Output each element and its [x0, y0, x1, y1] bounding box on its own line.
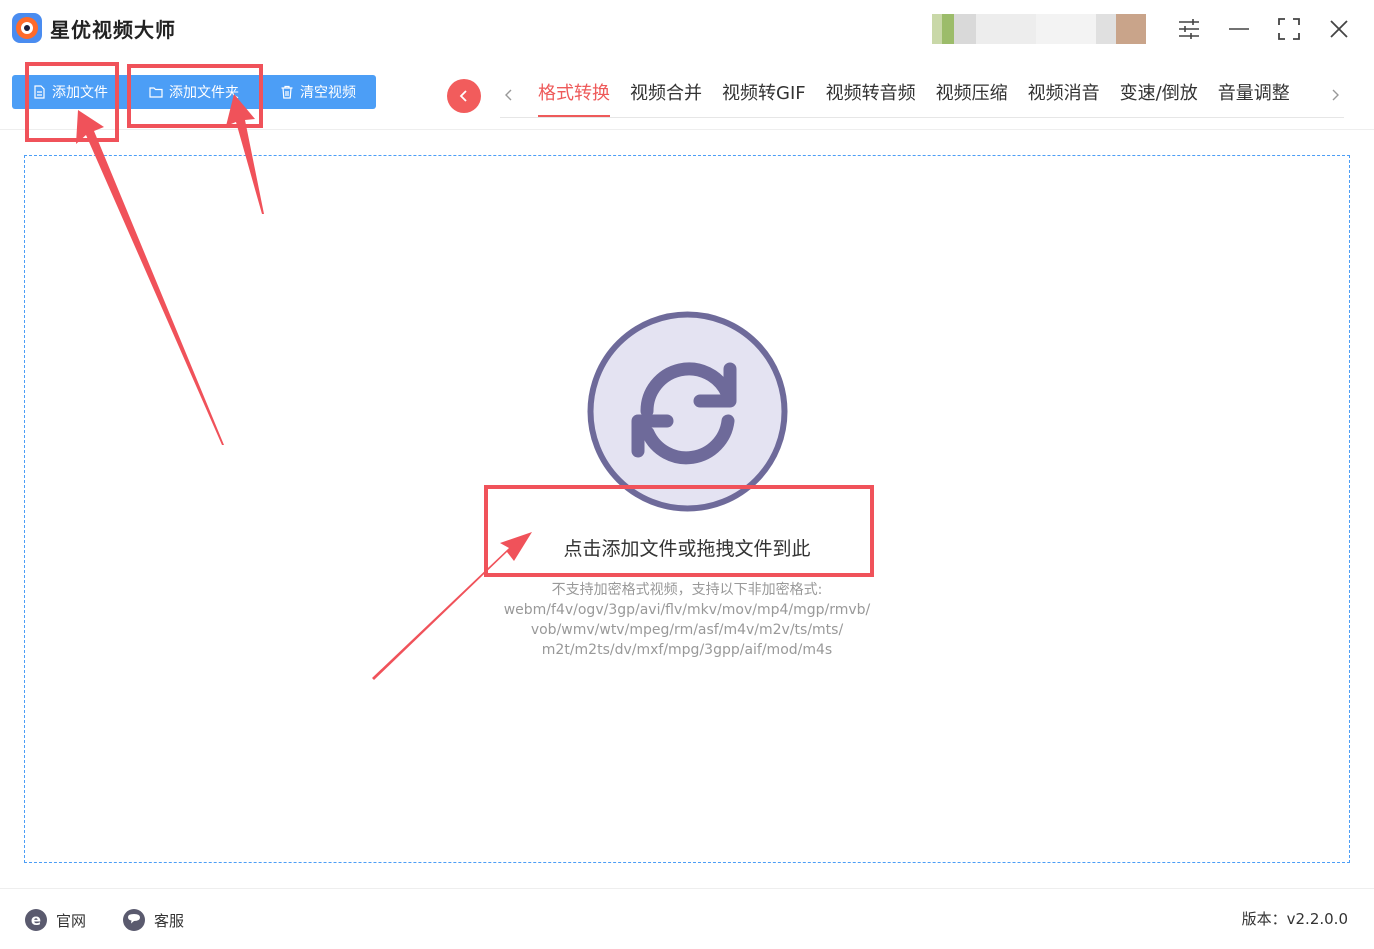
website-link[interactable]: e 官网 — [24, 907, 86, 933]
collapse-back-button[interactable] — [447, 79, 481, 113]
clear-videos-label: 清空视频 — [300, 85, 356, 101]
chevron-left-icon[interactable] — [498, 82, 518, 108]
refresh-icon[interactable] — [587, 311, 788, 512]
feature-tabs: 格式转换 视频合并 视频转GIF 视频转音频 视频压缩 视频消音 变速/倒放 音… — [528, 80, 1300, 118]
svg-text:e: e — [31, 911, 41, 929]
user-avatar[interactable] — [932, 14, 1146, 44]
footer-divider — [0, 888, 1374, 889]
tab-speed-reverse[interactable]: 变速/倒放 — [1110, 80, 1208, 118]
support-label: 客服 — [154, 911, 185, 930]
annotation-box-add-file — [25, 62, 119, 142]
clear-videos-button[interactable]: 清空视频 — [260, 75, 376, 109]
supported-formats-text: 不支持加密格式视频，支持以下非加密格式: webm/f4v/ogv/3gp/av… — [437, 580, 937, 660]
supported-formats-line: 不支持加密格式视频，支持以下非加密格式: — [551, 582, 823, 598]
tab-video-mute[interactable]: 视频消音 — [1018, 80, 1110, 118]
settings-icon[interactable] — [1174, 14, 1204, 44]
ie-browser-icon: e — [24, 908, 48, 932]
chat-bubble-icon — [122, 908, 146, 932]
tab-video-to-audio[interactable]: 视频转音频 — [816, 80, 926, 118]
header-divider — [0, 129, 1374, 130]
fullscreen-icon[interactable] — [1274, 14, 1304, 44]
supported-formats-line: m2t/m2ts/dv/mxf/mpg/3gpp/aif/mod/m4s — [541, 642, 833, 658]
tab-video-compress[interactable]: 视频压缩 — [926, 80, 1018, 118]
tabs-divider — [500, 117, 1344, 118]
minimize-icon[interactable] — [1224, 14, 1254, 44]
supported-formats-line: vob/wmv/wtv/mpeg/rm/asf/m4v/m2v/ts/mts/ — [530, 622, 844, 638]
website-label: 官网 — [56, 911, 87, 930]
chevron-right-icon[interactable] — [1326, 82, 1346, 108]
title-bar: 星优视频大师 — [0, 0, 1374, 58]
annotation-box-add-folder — [127, 64, 263, 128]
annotation-box-drop-zone — [484, 485, 874, 577]
version-text: 版本：v2.2.0.0 — [1241, 910, 1348, 928]
supported-formats-line: webm/f4v/ogv/3gp/avi/flv/mkv/mov/mp4/mgp… — [503, 602, 871, 618]
tab-video-merge[interactable]: 视频合并 — [620, 80, 712, 118]
support-link[interactable]: 客服 — [122, 907, 184, 933]
close-icon[interactable] — [1324, 14, 1354, 44]
app-title: 星优视频大师 — [50, 18, 176, 42]
app-logo-icon — [12, 13, 42, 43]
tab-volume-adjust[interactable]: 音量调整 — [1208, 80, 1300, 118]
trash-icon — [280, 85, 294, 99]
tab-format-convert[interactable]: 格式转换 — [528, 80, 620, 118]
tab-video-to-gif[interactable]: 视频转GIF — [712, 80, 816, 118]
